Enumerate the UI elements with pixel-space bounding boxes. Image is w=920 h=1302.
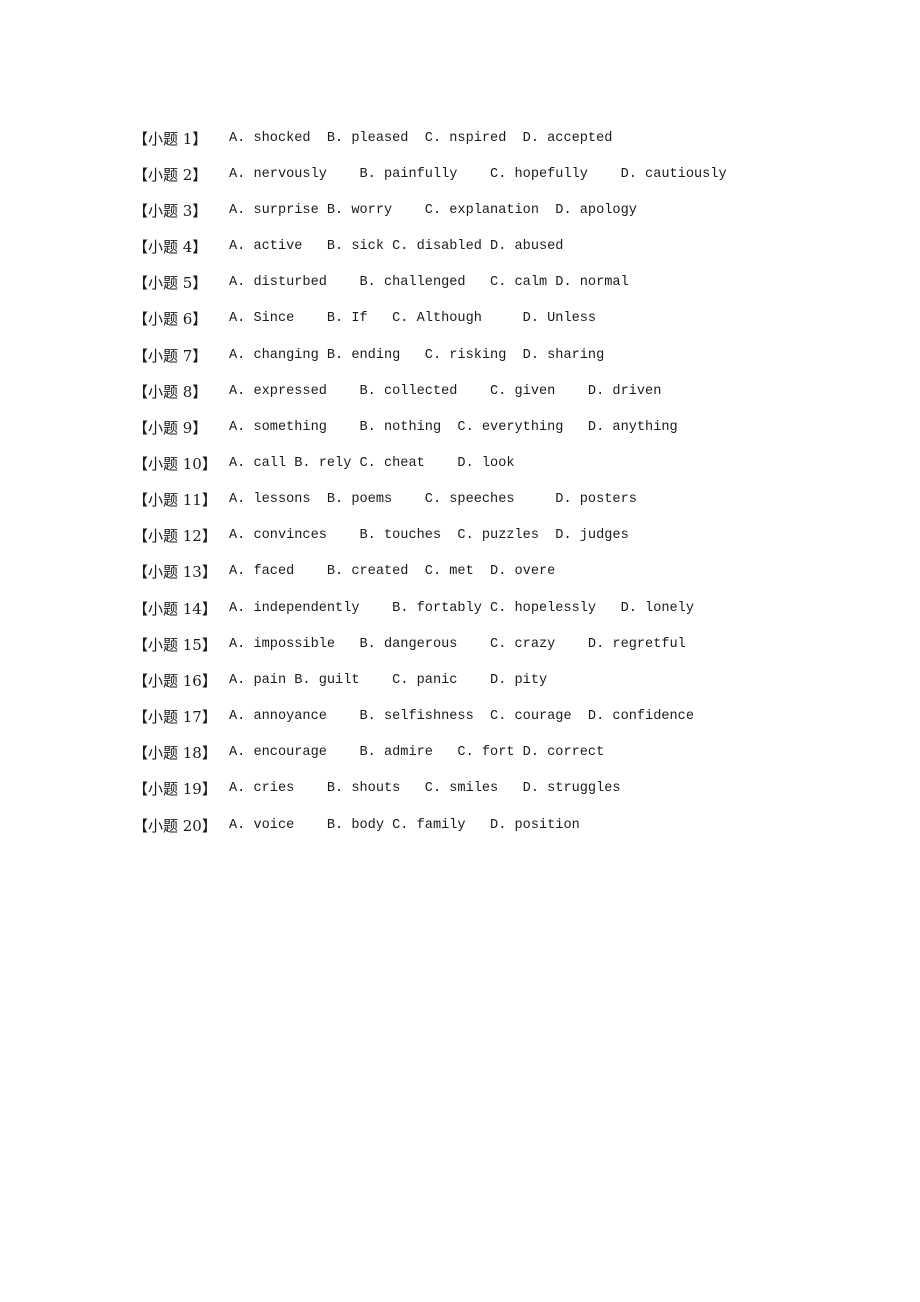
question-row: 【小题 10】 A. call B. rely C. cheat D. look [133, 445, 727, 481]
question-label: 【小题 3】 [133, 201, 208, 220]
question-list: 【小题 1】 A. shocked B. pleased C. nspired D… [133, 120, 727, 843]
question-row: 【小题 14】 A. independently B. fortably C. h… [133, 590, 727, 626]
question-options: A. call B. rely C. cheat D. look [229, 455, 515, 471]
question-row: 【小题 9】 A. something B. nothing C. everyth… [133, 409, 727, 445]
question-row: 【小题 13】 A. faced B. created C. met D. ove… [133, 554, 727, 590]
question-options: A. lessons B. poems C. speeches D. poste… [229, 492, 637, 508]
question-row: 【小题 2】 A. nervously B. painfully C. hopef… [133, 156, 727, 192]
question-row: 【小题 4】 A. active B. sick C. disabled D. a… [133, 228, 727, 264]
question-label: 【小题 2】 [133, 165, 208, 184]
question-row: 【小题 17】 A. annoyance B. selfishness C. co… [133, 699, 727, 735]
question-options: A. shocked B. pleased C. nspired D. acce… [229, 130, 613, 146]
question-label: 【小题 11】 [133, 491, 217, 510]
question-options: A. faced B. created C. met D. overe [229, 564, 556, 580]
question-options: A. convinces B. touches C. puzzles D. ju… [229, 528, 629, 544]
question-row: 【小题 12】 A. convinces B. touches C. puzzle… [133, 518, 727, 554]
question-options: A. expressed B. collected C. given D. dr… [229, 383, 662, 399]
question-options: A. changing B. ending C. risking D. shar… [229, 347, 605, 363]
question-row: 【小题 20】 A. voice B. body C. family D. pos… [133, 807, 727, 843]
question-label: 【小题 19】 [133, 780, 217, 799]
question-options: A. encourage B. admire C. fort D. correc… [229, 745, 605, 761]
question-row: 【小题 8】 A. expressed B. collected C. given… [133, 373, 727, 409]
question-row: 【小题 11】 A. lessons B. poems C. speeches D… [133, 482, 727, 518]
question-row: 【小题 1】 A. shocked B. pleased C. nspired D… [133, 120, 727, 156]
question-row: 【小题 19】 A. cries B. shouts C. smiles D. s… [133, 771, 727, 807]
question-options: A. Since B. If C. Although D. Unless [229, 311, 597, 327]
question-label: 【小题 18】 [133, 744, 217, 763]
question-label: 【小题 16】 [133, 671, 217, 690]
question-row: 【小题 3】 A. surprise B. worry C. explanatio… [133, 192, 727, 228]
question-label: 【小题 6】 [133, 310, 208, 329]
question-label: 【小题 17】 [133, 708, 217, 727]
question-options: A. cries B. shouts C. smiles D. struggle… [229, 781, 621, 797]
question-options: A. disturbed B. challenged C. calm D. no… [229, 275, 629, 291]
question-label: 【小题 14】 [133, 599, 217, 618]
question-label: 【小题 20】 [133, 816, 217, 835]
question-label: 【小题 9】 [133, 418, 208, 437]
question-label: 【小题 4】 [133, 238, 208, 257]
document-page: 【小题 1】 A. shocked B. pleased C. nspired D… [0, 0, 920, 1302]
question-options: A. impossible B. dangerous C. crazy D. r… [229, 636, 686, 652]
question-label: 【小题 8】 [133, 382, 208, 401]
question-row: 【小题 5】 A. disturbed B. challenged C. calm… [133, 265, 727, 301]
question-label: 【小题 10】 [133, 454, 217, 473]
question-options: A. active B. sick C. disabled D. abused [229, 239, 564, 255]
question-options: A. pain B. guilt C. panic D. pity [229, 672, 548, 688]
question-options: A. nervously B. painfully C. hopefully D… [229, 166, 727, 182]
question-label: 【小题 15】 [133, 635, 217, 654]
question-label: 【小题 13】 [133, 563, 217, 582]
question-label: 【小题 5】 [133, 274, 208, 293]
question-options: A. something B. nothing C. everything D.… [229, 419, 678, 435]
question-options: A. surprise B. worry C. explanation D. a… [229, 202, 637, 218]
question-options: A. voice B. body C. family D. position [229, 817, 580, 833]
question-row: 【小题 18】 A. encourage B. admire C. fort D.… [133, 735, 727, 771]
question-row: 【小题 15】 A. impossible B. dangerous C. cra… [133, 626, 727, 662]
question-label: 【小题 12】 [133, 527, 217, 546]
question-label: 【小题 1】 [133, 129, 208, 148]
question-row: 【小题 16】 A. pain B. guilt C. panic D. pity [133, 662, 727, 698]
question-row: 【小题 6】 A. Since B. If C. Although D. Unle… [133, 301, 727, 337]
question-label: 【小题 7】 [133, 346, 208, 365]
question-options: A. annoyance B. selfishness C. courage D… [229, 709, 694, 725]
question-row: 【小题 7】 A. changing B. ending C. risking D… [133, 337, 727, 373]
question-options: A. independently B. fortably C. hopeless… [229, 600, 694, 616]
